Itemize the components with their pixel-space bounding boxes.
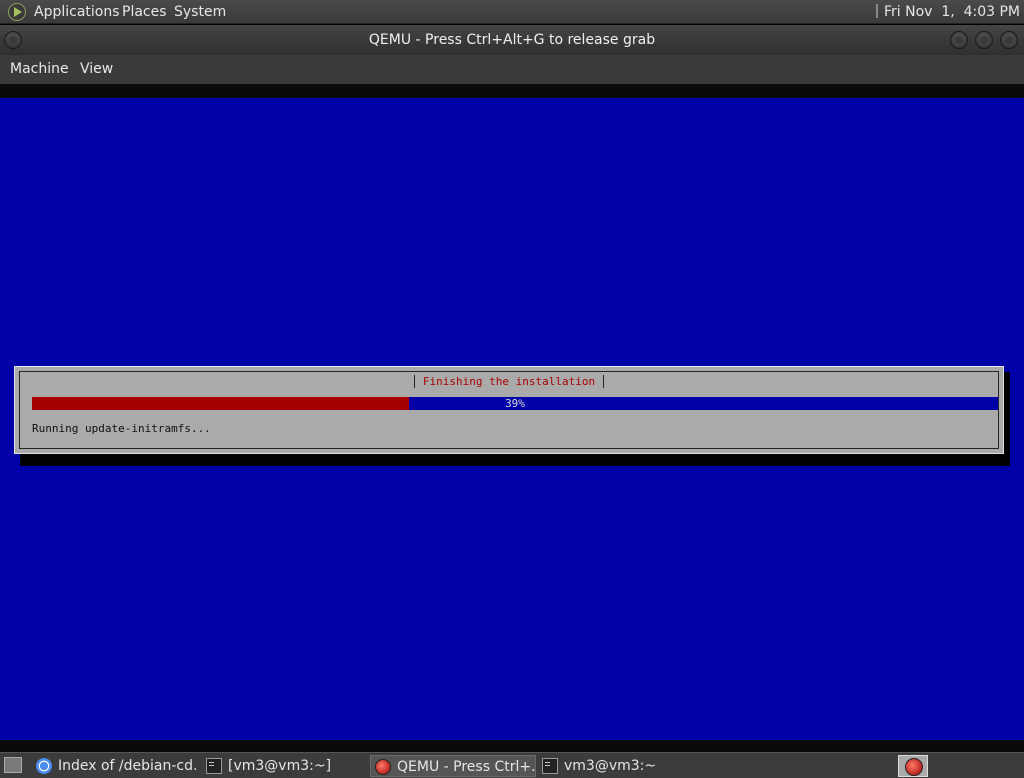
display-border: [0, 84, 1024, 98]
clock-text: Fri Nov 1, 4:03 PM: [883, 4, 1020, 20]
window-titlebar[interactable]: QEMU - Press Ctrl+Alt+G to release grab: [0, 25, 1024, 55]
applications-menu[interactable]: Applications: [34, 4, 120, 20]
dialog-frame: Finishing the installation 39% Running u…: [19, 371, 999, 449]
clock[interactable]: Fri Nov 1, 4:03 PM: [875, 4, 1020, 20]
progress-percent: 39%: [505, 397, 525, 410]
task-label: QEMU - Press Ctrl+...: [397, 759, 536, 775]
top-panel: Applications Places System Fri Nov 1, 4:…: [0, 0, 1024, 24]
task-browser[interactable]: Index of /debian-cd...: [36, 755, 198, 777]
chrome-icon: [36, 758, 52, 774]
applications-icon[interactable]: [8, 3, 26, 21]
task-terminal-2[interactable]: vm3@vm3:~: [542, 755, 702, 777]
machine-menu[interactable]: Machine: [10, 61, 69, 77]
view-menu[interactable]: View: [80, 61, 113, 77]
progress-bar: 39%: [32, 397, 998, 410]
terminal-icon: [542, 758, 558, 774]
task-label: [vm3@vm3:~]: [228, 758, 332, 774]
maximize-icon[interactable]: [975, 31, 993, 49]
qemu-menubar: Machine View: [0, 55, 1024, 84]
task-qemu[interactable]: QEMU - Press Ctrl+...: [370, 755, 536, 777]
qemu-icon: [375, 759, 391, 775]
system-menu[interactable]: System: [174, 4, 226, 20]
display-border-bottom: [0, 740, 1024, 752]
tray-qemu-icon[interactable]: [898, 755, 928, 777]
dialog-title: Finishing the installation: [413, 375, 605, 388]
taskbar: Index of /debian-cd... [vm3@vm3:~] QEMU …: [0, 752, 1024, 778]
close-icon[interactable]: [1000, 31, 1018, 49]
task-label: Index of /debian-cd...: [58, 758, 198, 774]
guest-display[interactable]: Finishing the installation 39% Running u…: [0, 98, 1024, 740]
terminal-icon: [206, 758, 222, 774]
dialog-title-wrap: Finishing the installation: [20, 371, 998, 390]
panel-separator: [875, 4, 878, 18]
status-text: Running update-initramfs...: [32, 422, 211, 435]
minimize-icon[interactable]: [950, 31, 968, 49]
window-title: QEMU - Press Ctrl+Alt+G to release grab: [368, 32, 656, 48]
places-menu[interactable]: Places: [122, 4, 167, 20]
progress-dialog: Finishing the installation 39% Running u…: [14, 366, 1004, 454]
show-desktop-icon[interactable]: [4, 757, 22, 773]
task-terminal-1[interactable]: [vm3@vm3:~]: [206, 755, 366, 777]
task-label: vm3@vm3:~: [564, 758, 657, 774]
